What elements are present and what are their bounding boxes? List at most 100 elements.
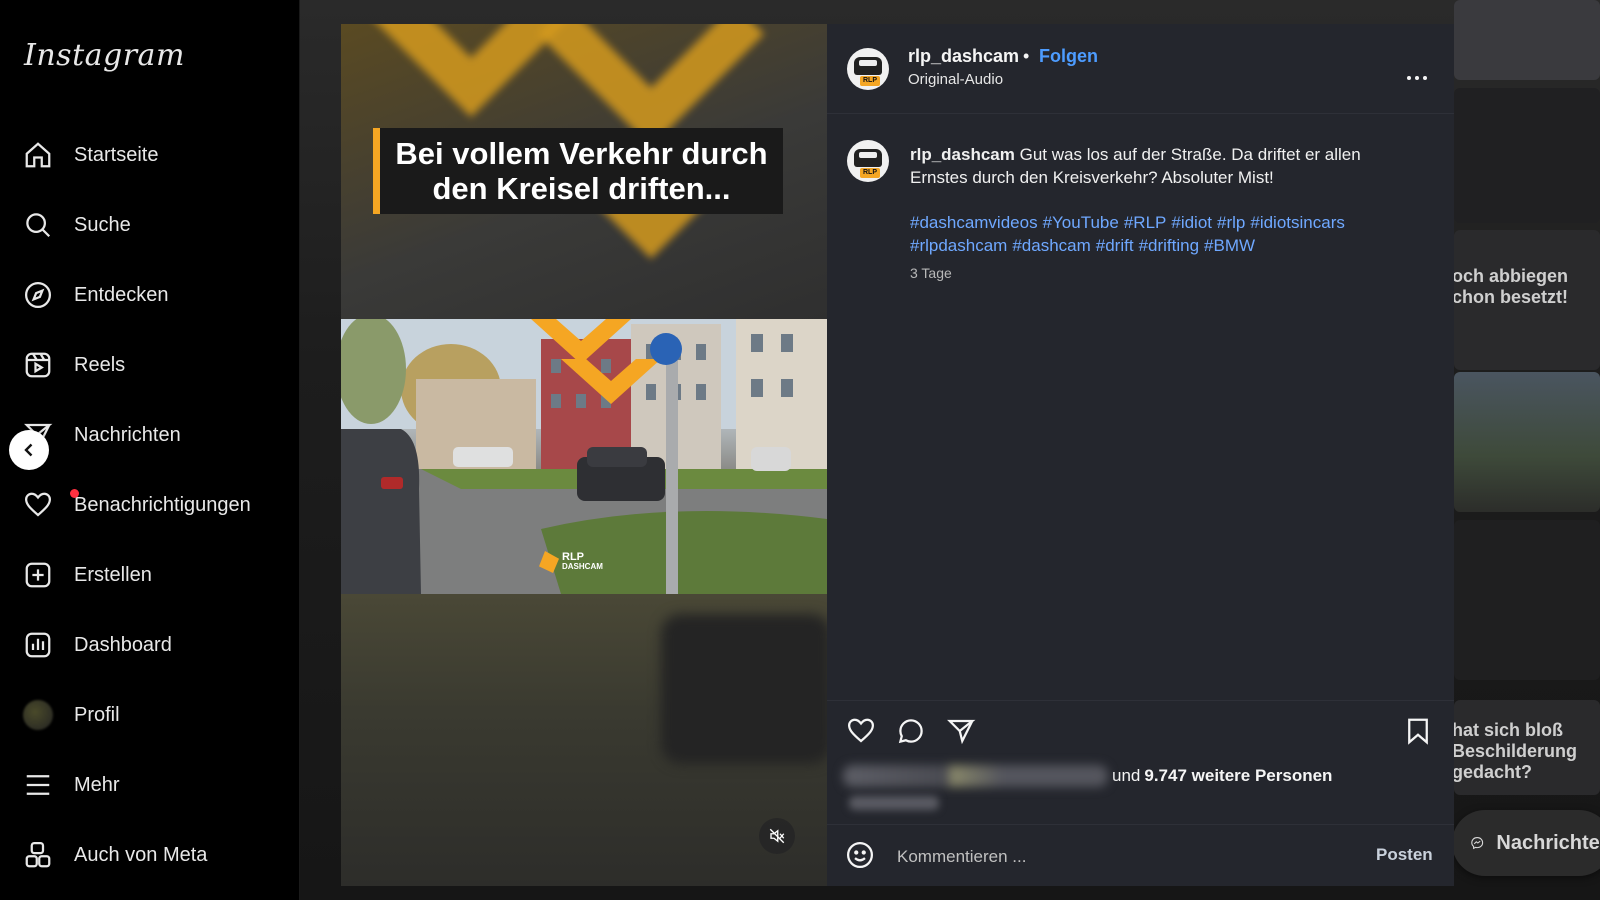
video-caption-text: Bei vollem Verkehr durch den Kreisel dri… bbox=[395, 136, 768, 206]
nav-item-create[interactable]: Erstellen bbox=[22, 551, 152, 599]
nav-label: Erstellen bbox=[74, 563, 152, 586]
paper-plane-icon bbox=[947, 719, 976, 745]
post-caption: rlp_dashcam Gut was los auf der Straße. … bbox=[910, 143, 1400, 189]
nav-item-profile[interactable]: Profil bbox=[22, 691, 120, 739]
bar-chart-icon bbox=[22, 629, 54, 661]
likes-prefix: und bbox=[1112, 766, 1141, 785]
messages-pill-button[interactable]: Nachrichten bbox=[1452, 810, 1600, 876]
hashtag-link[interactable]: #idiot bbox=[1171, 213, 1212, 232]
post-time-ago: 3 Tage bbox=[910, 265, 952, 281]
menu-icon bbox=[22, 769, 54, 801]
blurred-liker-names bbox=[843, 765, 1108, 787]
compass-icon bbox=[22, 279, 54, 311]
share-button[interactable] bbox=[943, 713, 979, 749]
separator-dot: • bbox=[1023, 46, 1030, 66]
hashtag-link[interactable]: #rlpdashcam bbox=[910, 236, 1007, 255]
avatar[interactable]: RLP bbox=[847, 48, 889, 90]
comment-input[interactable] bbox=[897, 843, 1337, 871]
watermark-line: RLP bbox=[562, 551, 584, 563]
dashcam-scene: RLP DASHCAM bbox=[341, 319, 827, 594]
caption-username[interactable]: rlp_dashcam bbox=[910, 145, 1015, 164]
nav-item-more[interactable]: Mehr bbox=[22, 761, 120, 809]
nav-label: Startseite bbox=[74, 143, 159, 166]
comment-button[interactable] bbox=[893, 713, 929, 749]
hashtag-link[interactable]: #dashcam bbox=[1012, 236, 1090, 255]
nav-item-dashboard[interactable]: Dashboard bbox=[22, 621, 172, 669]
nav-item-search[interactable]: Suche bbox=[22, 201, 131, 249]
video-blurred-bottom bbox=[341, 594, 827, 886]
background-text-line: hat sich bloß bbox=[1452, 720, 1564, 740]
car-logo bbox=[854, 149, 882, 167]
likes-count[interactable]: 9.747 weitere Personen bbox=[1144, 766, 1332, 786]
sidebar: Instagram Startseite Suche Entdecken Ree… bbox=[0, 0, 300, 900]
nav-label: Auch von Meta bbox=[74, 843, 208, 866]
nav-item-also-from-meta[interactable]: Auch von Meta bbox=[22, 831, 207, 879]
background-text-line: chon besetzt! bbox=[1452, 287, 1569, 307]
watermark-line: DASHCAM bbox=[562, 562, 603, 571]
hashtag-link[interactable]: #YouTube bbox=[1043, 213, 1119, 232]
background-tile bbox=[1454, 520, 1600, 680]
nav-label: Benachrichtigungen bbox=[74, 493, 251, 516]
hashtag-link[interactable]: #BMW bbox=[1204, 236, 1255, 255]
nav-item-notifications[interactable]: Benachrichtigungen bbox=[22, 481, 251, 529]
instagram-logo[interactable]: Instagram bbox=[24, 38, 185, 73]
like-button[interactable] bbox=[843, 713, 879, 749]
likes-summary[interactable]: und 9.747 weitere Personen bbox=[843, 760, 1332, 792]
heart-icon bbox=[847, 718, 875, 743]
blurred-car bbox=[661, 614, 827, 764]
nav-label: Mehr bbox=[74, 773, 120, 796]
background-text-line: och abbiegen bbox=[1452, 266, 1569, 286]
background-tile-text: och abbiegen chon besetzt! bbox=[1452, 266, 1568, 308]
post-header: RLP rlp_dashcam • Folgen Original-Audio bbox=[827, 24, 1454, 114]
home-icon bbox=[22, 139, 54, 171]
follow-button[interactable]: Folgen bbox=[1039, 46, 1098, 67]
nav-label: Nachrichten bbox=[74, 423, 181, 446]
more-options-icon[interactable] bbox=[1407, 76, 1427, 80]
hashtag-link[interactable]: #drifting bbox=[1139, 236, 1199, 255]
nav-item-reels[interactable]: Reels bbox=[22, 341, 125, 389]
background-tile bbox=[1454, 372, 1600, 512]
post-details-panel: RLP rlp_dashcam • Folgen Original-Audio … bbox=[827, 24, 1454, 886]
emoji-button[interactable] bbox=[845, 840, 877, 872]
hashtag-list: #dashcamvideos #YouTube #RLP #idiot #rlp #idi… bbox=[910, 211, 1400, 257]
nav-label: Profil bbox=[74, 703, 120, 726]
blurred-timestamp bbox=[849, 796, 939, 810]
heart-icon bbox=[22, 489, 54, 521]
video-caption-overlay: Bei vollem Verkehr durch den Kreisel dri… bbox=[373, 128, 783, 214]
nav-label: Dashboard bbox=[74, 633, 172, 656]
car-logo bbox=[854, 57, 882, 75]
post-comment-button[interactable]: Posten bbox=[1376, 845, 1433, 865]
chevron-left-icon bbox=[24, 443, 33, 457]
rlp-dashcam-watermark: RLP DASHCAM bbox=[539, 551, 603, 573]
hashtag-link[interactable]: #idiotsincars bbox=[1250, 213, 1345, 232]
watermark-text: RLP DASHCAM bbox=[562, 551, 603, 572]
hashtag-link[interactable]: #dashcamvideos bbox=[910, 213, 1038, 232]
reel-video[interactable]: Bei vollem Verkehr durch den Kreisel dri… bbox=[341, 24, 827, 886]
nav-label: Suche bbox=[74, 213, 131, 236]
audio-link[interactable]: Original-Audio bbox=[908, 71, 1003, 88]
hashtag-link[interactable]: #drift bbox=[1096, 236, 1134, 255]
background-text-line: gedacht? bbox=[1452, 762, 1533, 782]
hashtag-link[interactable]: #rlp bbox=[1217, 213, 1245, 232]
post-username[interactable]: rlp_dashcam bbox=[908, 46, 1019, 67]
background-text-line: Beschilderung bbox=[1452, 741, 1578, 761]
notification-dot bbox=[70, 489, 79, 498]
search-icon bbox=[22, 209, 54, 241]
collapse-sidebar-button[interactable] bbox=[9, 430, 49, 470]
nav-label: Entdecken bbox=[74, 283, 169, 306]
avatar bbox=[23, 700, 53, 730]
nav-label: Reels bbox=[74, 353, 126, 376]
meta-apps-icon bbox=[22, 839, 54, 871]
reels-icon bbox=[22, 349, 54, 381]
smiley-icon bbox=[847, 842, 873, 868]
background-tile-text: hat sich bloß Beschilderung gedacht? bbox=[1452, 720, 1577, 783]
nav-item-home[interactable]: Startseite bbox=[22, 131, 158, 179]
post-actions bbox=[827, 700, 1454, 760]
bookmark-icon bbox=[1408, 718, 1428, 745]
save-button[interactable] bbox=[1400, 713, 1436, 749]
avatar[interactable]: RLP bbox=[847, 140, 889, 182]
nav-item-explore[interactable]: Entdecken bbox=[22, 271, 169, 319]
mute-button[interactable] bbox=[759, 818, 795, 854]
hashtag-link[interactable]: #RLP bbox=[1124, 213, 1167, 232]
speaker-muted-icon bbox=[769, 828, 785, 844]
